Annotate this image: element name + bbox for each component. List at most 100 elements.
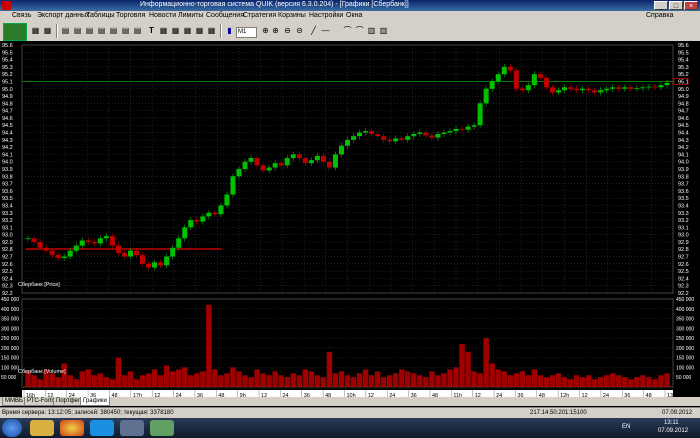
menu-item-connection[interactable]: Связь (12, 12, 31, 19)
interval-select[interactable]: M1 (236, 27, 257, 38)
arc-icon[interactable]: ⌒ (354, 25, 365, 36)
start-button[interactable] (2, 419, 22, 437)
table-icon[interactable]: ▦ (30, 25, 41, 36)
table-icon[interactable]: ▦ (170, 25, 181, 36)
menu-item-export[interactable]: Экспорт данных (37, 12, 90, 19)
price-tick-label-right: 94.5 (678, 123, 689, 129)
table-icon[interactable]: ▤ (96, 25, 107, 36)
volume-bar (471, 371, 477, 387)
menu-item-tables[interactable]: Таблицы (86, 12, 115, 19)
volume-bar (169, 371, 176, 387)
language-indicator[interactable]: EN (622, 424, 630, 430)
menu-item-trading[interactable]: Торговля (116, 12, 145, 19)
zoom-icon[interactable]: ⊝ (294, 25, 305, 36)
chart-icon[interactable]: ▮ (224, 25, 235, 36)
candle-body (140, 255, 146, 264)
volume-bar (356, 373, 363, 387)
chart-canvas[interactable]: 95.6 95.695.5 95.595.4 95.495.3 95.395.2 95.2… (0, 41, 700, 419)
candle-body (314, 155, 320, 161)
price-tick-label-left: 95.4 (2, 58, 13, 64)
window-title: Информационно-торговая система QUIK (вер… (140, 1, 409, 8)
volume-tick-label-right: 100 000 (676, 365, 694, 371)
price-tick-label-left: 93.6 (2, 189, 13, 195)
volume-bar (634, 377, 640, 387)
skype-icon[interactable] (90, 420, 114, 436)
table-icon[interactable]: ▤ (132, 25, 143, 36)
candle-body (381, 136, 387, 140)
price-tick-label-right: 94.2 (678, 145, 689, 151)
candle-body (200, 216, 206, 222)
volume-bar (224, 373, 230, 387)
table-icon[interactable]: ▤ (108, 25, 119, 36)
candle-body (592, 90, 598, 93)
price-tick-label-left: 94.1 (2, 152, 13, 158)
menu-item-messages[interactable]: Сообщения (206, 12, 244, 19)
line-icon[interactable]: ╱ (308, 25, 319, 36)
horizontal-line-icon[interactable]: — (320, 25, 331, 36)
table-icon[interactable]: ▤ (84, 25, 95, 36)
volume-bar (640, 375, 646, 387)
table-icon[interactable]: ▦ (182, 25, 193, 36)
menu-item-windows[interactable]: Окна (346, 12, 362, 19)
zoom-in-icon[interactable]: ⊕ (270, 25, 281, 36)
menu-item-help[interactable]: Справка (646, 12, 673, 19)
volume-bar (374, 371, 381, 387)
candle-body (598, 90, 604, 93)
text-icon[interactable]: T (146, 25, 157, 36)
price-tick-label-left: 94.0 (2, 160, 13, 166)
quik-icon[interactable] (150, 420, 174, 436)
minimize-button[interactable]: _ (654, 1, 668, 10)
price-tick-label-right: 93.8 (678, 174, 689, 180)
candle-body (278, 163, 284, 166)
volume-bar (121, 375, 128, 387)
volume-bar (507, 375, 513, 387)
price-tick-label-right: 95.3 (678, 65, 689, 71)
candle-body (43, 247, 49, 251)
volume-tick-label-left: 250 000 (1, 336, 19, 342)
candle-body (393, 138, 399, 142)
zoom-out-icon[interactable]: ⊖ (282, 25, 293, 36)
price-tick-label-right: 92.9 (678, 240, 689, 246)
clock-time[interactable]: 13:11 (664, 420, 679, 426)
pattern-icon[interactable]: ▥ (378, 25, 389, 36)
pattern-icon[interactable]: ▥ (366, 25, 377, 36)
table-icon[interactable]: ▤ (72, 25, 83, 36)
candle-body (646, 86, 652, 88)
clock-date[interactable]: 07.09.2012 (658, 428, 688, 434)
volume-tick-label-left: 450 000 (1, 297, 19, 303)
menu-item-baskets[interactable]: Корзины (278, 12, 306, 19)
maximize-button[interactable]: □ (669, 1, 683, 10)
price-tick-label-left: 93.3 (2, 211, 13, 217)
menu-item-strategy[interactable]: Стратегия (243, 12, 276, 19)
menu-item-news[interactable]: Новости (149, 12, 176, 19)
table-icon[interactable]: ▦ (42, 25, 53, 36)
table-icon[interactable]: ▤ (120, 25, 131, 36)
volume-bar (163, 365, 170, 387)
tab-micex[interactable]: ММВБ (2, 397, 26, 406)
window-icon[interactable] (120, 420, 144, 436)
arc-icon[interactable]: ⌒ (342, 25, 353, 36)
volume-bar (49, 373, 55, 387)
volume-bar (453, 367, 459, 387)
table-icon[interactable]: ▦ (194, 25, 205, 36)
close-button[interactable]: × (684, 1, 698, 10)
folder-icon[interactable] (30, 420, 54, 436)
menu-item-settings[interactable]: Настройки (309, 12, 343, 19)
table-icon[interactable]: ▦ (158, 25, 169, 36)
volume-bar (591, 379, 598, 387)
browser-icon[interactable] (60, 420, 84, 436)
candle-body (549, 87, 555, 93)
volume-bar (567, 379, 574, 387)
candle-body (357, 132, 363, 137)
candle-body (134, 250, 140, 256)
candle-body (73, 245, 79, 251)
table-icon[interactable]: ▤ (60, 25, 71, 36)
table-icon[interactable]: ▦ (206, 25, 217, 36)
volume-bar (459, 343, 465, 387)
candle-body (658, 85, 664, 88)
volume-tick-label-left: 350 000 (1, 317, 19, 323)
volume-bar (109, 379, 116, 387)
volume-bar (85, 369, 92, 387)
tab-charts[interactable]: Графики (80, 397, 110, 406)
menu-item-limits[interactable]: Лимиты (178, 12, 203, 19)
